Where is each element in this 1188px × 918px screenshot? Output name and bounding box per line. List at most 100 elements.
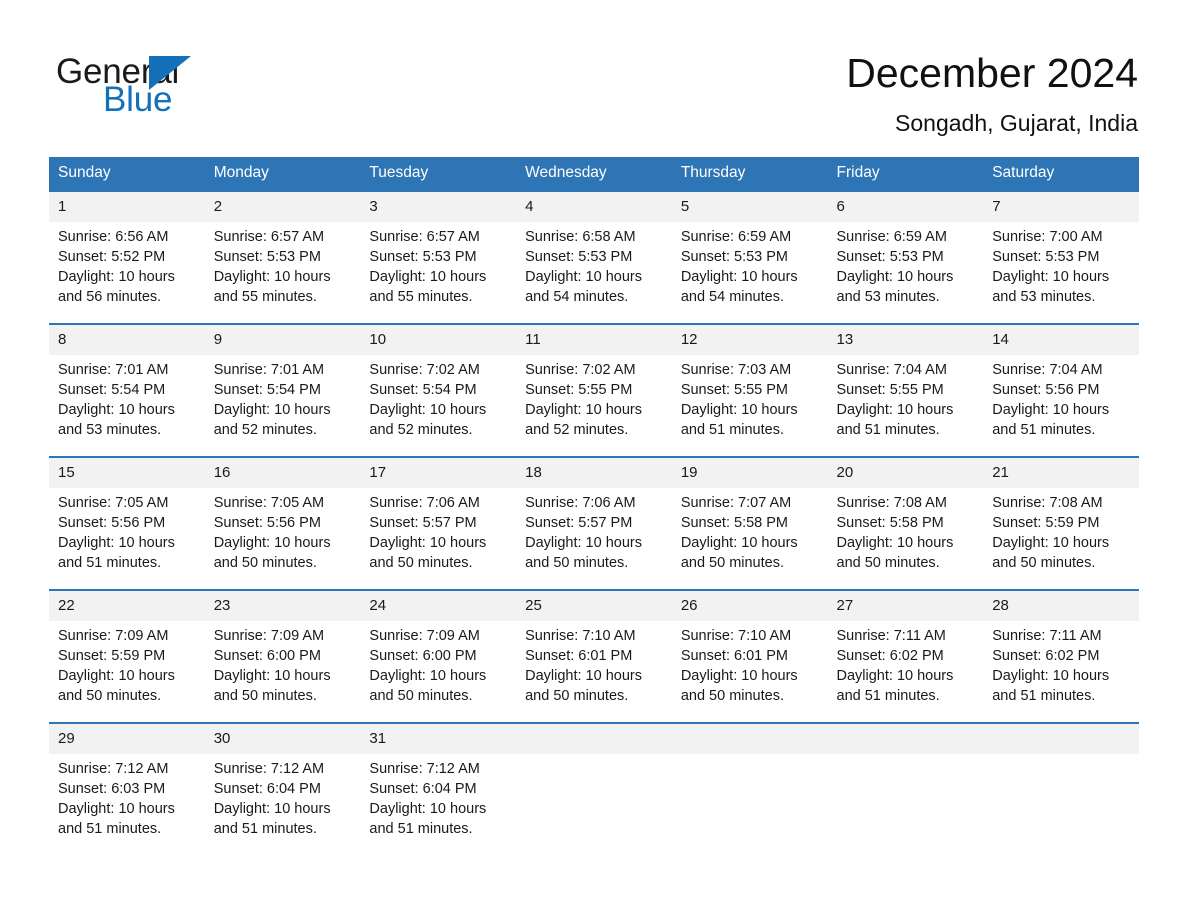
- day-cell[interactable]: Sunrise: 7:09 AM Sunset: 6:00 PM Dayligh…: [360, 621, 517, 723]
- day-number[interactable]: 11: [516, 323, 672, 355]
- weekday-header-sunday: Sunday: [49, 157, 205, 191]
- day-number[interactable]: 28: [983, 589, 1139, 621]
- day-cell[interactable]: Sunrise: 7:02 AM Sunset: 5:55 PM Dayligh…: [516, 355, 672, 457]
- sunrise-text: Sunrise: 7:09 AM: [213, 628, 325, 644]
- sunrise-text: Sunrise: 7:06 AM: [525, 495, 636, 511]
- day-number[interactable]: 23: [204, 589, 361, 621]
- day-cell[interactable]: Sunrise: 6:58 AM Sunset: 5:53 PM Dayligh…: [516, 222, 672, 324]
- weekday-header-thursday: Thursday: [671, 157, 828, 191]
- sunset-text: Sunset: 5:58 PM: [836, 515, 944, 531]
- day-cell[interactable]: Sunrise: 7:03 AM Sunset: 5:55 PM Dayligh…: [671, 355, 828, 457]
- day-cell[interactable]: Sunrise: 7:09 AM Sunset: 6:00 PM Dayligh…: [204, 621, 361, 723]
- day-cell[interactable]: Sunrise: 7:12 AM Sunset: 6:03 PM Dayligh…: [49, 754, 205, 855]
- day-number[interactable]: 29: [49, 722, 205, 754]
- page-header: General Blue December 2024 Songadh, Guja…: [0, 0, 1188, 145]
- day-cell[interactable]: Sunrise: 7:00 AM Sunset: 5:53 PM Dayligh…: [983, 222, 1139, 324]
- week-row-daynumbers: 15 16 17 18 19 20 21: [49, 456, 1139, 488]
- day-number[interactable]: 19: [671, 456, 828, 488]
- day-number[interactable]: 31: [360, 722, 517, 754]
- sunset-text: Sunset: 5:52 PM: [58, 249, 166, 265]
- day-cell[interactable]: Sunrise: 7:01 AM Sunset: 5:54 PM Dayligh…: [204, 355, 361, 457]
- day-number[interactable]: 18: [516, 456, 672, 488]
- day-cell[interactable]: Sunrise: 7:01 AM Sunset: 5:54 PM Dayligh…: [49, 355, 205, 457]
- day-number[interactable]: 20: [827, 456, 984, 488]
- calendar-page: General Blue December 2024 Songadh, Guja…: [0, 0, 1188, 918]
- day-number[interactable]: 25: [516, 589, 672, 621]
- day-number[interactable]: 16: [204, 456, 361, 488]
- daylight-text-line1: Daylight: 10 hours: [525, 535, 642, 551]
- day-number[interactable]: 17: [360, 456, 517, 488]
- day-cell[interactable]: Sunrise: 7:12 AM Sunset: 6:04 PM Dayligh…: [204, 754, 361, 855]
- daylight-text-line1: Daylight: 10 hours: [525, 269, 642, 285]
- day-cell[interactable]: Sunrise: 7:07 AM Sunset: 5:58 PM Dayligh…: [671, 488, 828, 590]
- day-cell[interactable]: Sunrise: 6:59 AM Sunset: 5:53 PM Dayligh…: [671, 222, 828, 324]
- day-number[interactable]: 21: [983, 456, 1139, 488]
- day-cell[interactable]: Sunrise: 6:57 AM Sunset: 5:53 PM Dayligh…: [204, 222, 361, 324]
- sunrise-text: Sunrise: 6:58 AM: [525, 229, 636, 245]
- day-cell[interactable]: Sunrise: 7:02 AM Sunset: 5:54 PM Dayligh…: [360, 355, 517, 457]
- day-number[interactable]: 13: [827, 323, 984, 355]
- logo-word-blue: Blue: [103, 80, 173, 119]
- general-blue-logo[interactable]: General Blue: [56, 52, 276, 122]
- sunrise-text: Sunrise: 7:12 AM: [369, 761, 480, 777]
- day-number[interactable]: 5: [671, 190, 828, 222]
- daylight-text-line2: and 55 minutes.: [213, 289, 317, 305]
- day-number[interactable]: 8: [49, 323, 205, 355]
- day-number[interactable]: 6: [827, 190, 984, 222]
- day-number[interactable]: 14: [983, 323, 1139, 355]
- sunrise-text: Sunrise: 7:09 AM: [369, 628, 480, 644]
- sunrise-text: Sunrise: 7:02 AM: [369, 362, 480, 378]
- day-cell[interactable]: Sunrise: 7:10 AM Sunset: 6:01 PM Dayligh…: [671, 621, 828, 723]
- day-number[interactable]: 30: [204, 722, 361, 754]
- day-cell[interactable]: Sunrise: 7:08 AM Sunset: 5:59 PM Dayligh…: [983, 488, 1139, 590]
- day-number[interactable]: 2: [204, 190, 361, 222]
- sunset-text: Sunset: 5:53 PM: [992, 249, 1100, 265]
- day-cell[interactable]: Sunrise: 6:59 AM Sunset: 5:53 PM Dayligh…: [827, 222, 984, 324]
- sunrise-text: Sunrise: 6:59 AM: [680, 229, 792, 245]
- day-number[interactable]: 10: [360, 323, 517, 355]
- week-row-details: Sunrise: 7:12 AM Sunset: 6:03 PM Dayligh…: [49, 754, 1139, 855]
- day-cell-empty: [983, 754, 1139, 855]
- day-cell[interactable]: Sunrise: 7:05 AM Sunset: 5:56 PM Dayligh…: [204, 488, 361, 590]
- day-number-empty: [516, 722, 672, 754]
- sunset-text: Sunset: 5:59 PM: [58, 648, 166, 664]
- daylight-text-line1: Daylight: 10 hours: [992, 668, 1110, 684]
- day-number[interactable]: 7: [983, 190, 1139, 222]
- sunset-text: Sunset: 6:03 PM: [58, 781, 166, 797]
- day-number[interactable]: 4: [516, 190, 672, 222]
- daylight-text-line2: and 50 minutes.: [58, 688, 162, 704]
- day-cell[interactable]: Sunrise: 7:11 AM Sunset: 6:02 PM Dayligh…: [983, 621, 1139, 723]
- day-cell[interactable]: Sunrise: 7:10 AM Sunset: 6:01 PM Dayligh…: [516, 621, 672, 723]
- day-cell[interactable]: Sunrise: 7:12 AM Sunset: 6:04 PM Dayligh…: [360, 754, 517, 855]
- daylight-text-line1: Daylight: 10 hours: [58, 402, 175, 418]
- daylight-text-line2: and 51 minutes.: [992, 688, 1096, 704]
- day-cell[interactable]: Sunrise: 7:09 AM Sunset: 5:59 PM Dayligh…: [49, 621, 205, 723]
- day-number[interactable]: 3: [360, 190, 517, 222]
- day-number[interactable]: 15: [49, 456, 205, 488]
- day-cell[interactable]: Sunrise: 7:04 AM Sunset: 5:55 PM Dayligh…: [827, 355, 984, 457]
- sunset-text: Sunset: 5:58 PM: [680, 515, 789, 531]
- day-cell[interactable]: Sunrise: 6:56 AM Sunset: 5:52 PM Dayligh…: [49, 222, 205, 324]
- day-number[interactable]: 22: [49, 589, 205, 621]
- sunrise-text: Sunrise: 6:57 AM: [369, 229, 480, 245]
- day-cell[interactable]: Sunrise: 7:06 AM Sunset: 5:57 PM Dayligh…: [516, 488, 672, 590]
- day-cell[interactable]: Sunrise: 7:08 AM Sunset: 5:58 PM Dayligh…: [827, 488, 984, 590]
- sunrise-text: Sunrise: 7:12 AM: [213, 761, 325, 777]
- day-number[interactable]: 24: [360, 589, 517, 621]
- day-cell[interactable]: Sunrise: 7:04 AM Sunset: 5:56 PM Dayligh…: [983, 355, 1139, 457]
- sunset-text: Sunset: 6:00 PM: [213, 648, 321, 664]
- week-row-details: Sunrise: 7:09 AM Sunset: 5:59 PM Dayligh…: [49, 621, 1139, 723]
- daylight-text-line1: Daylight: 10 hours: [992, 269, 1110, 285]
- day-cell[interactable]: Sunrise: 7:11 AM Sunset: 6:02 PM Dayligh…: [827, 621, 984, 723]
- day-number[interactable]: 27: [827, 589, 984, 621]
- day-number[interactable]: 12: [671, 323, 828, 355]
- day-number[interactable]: 26: [671, 589, 828, 621]
- daylight-text-line2: and 56 minutes.: [58, 289, 162, 305]
- day-cell-empty: [671, 754, 828, 855]
- day-number[interactable]: 1: [49, 190, 205, 222]
- day-cell[interactable]: Sunrise: 6:57 AM Sunset: 5:53 PM Dayligh…: [360, 222, 517, 324]
- day-cell[interactable]: Sunrise: 7:06 AM Sunset: 5:57 PM Dayligh…: [360, 488, 517, 590]
- day-number[interactable]: 9: [204, 323, 361, 355]
- day-cell[interactable]: Sunrise: 7:05 AM Sunset: 5:56 PM Dayligh…: [49, 488, 205, 590]
- sunset-text: Sunset: 5:55 PM: [525, 382, 633, 398]
